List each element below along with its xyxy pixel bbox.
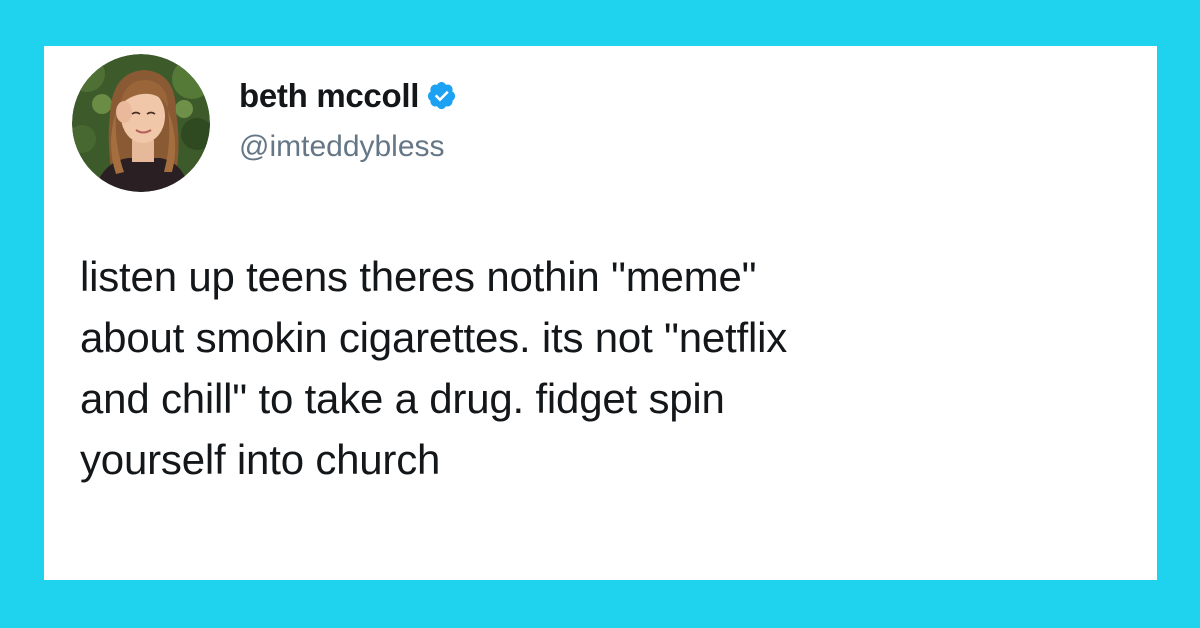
tweet-line: listen up teens theres nothin "meme" <box>80 253 757 300</box>
tweet-line: about smokin cigarettes. its not "netfli… <box>80 314 788 361</box>
display-name[interactable]: beth mccoll <box>239 76 457 116</box>
tweet-line: yourself into church <box>80 436 441 483</box>
tweet-text: listen up teens theres nothin "meme" abo… <box>80 246 1140 490</box>
tweet-line: and chill" to take a drug. fidget spin <box>80 375 725 422</box>
verified-badge-icon <box>426 80 457 111</box>
display-name-text: beth mccoll <box>239 77 420 114</box>
avatar[interactable] <box>72 54 210 192</box>
avatar-photo <box>72 54 210 192</box>
tweet-card: beth mccoll @imteddybless listen up teen… <box>44 46 1157 580</box>
user-handle[interactable]: @imteddybless <box>239 129 445 165</box>
